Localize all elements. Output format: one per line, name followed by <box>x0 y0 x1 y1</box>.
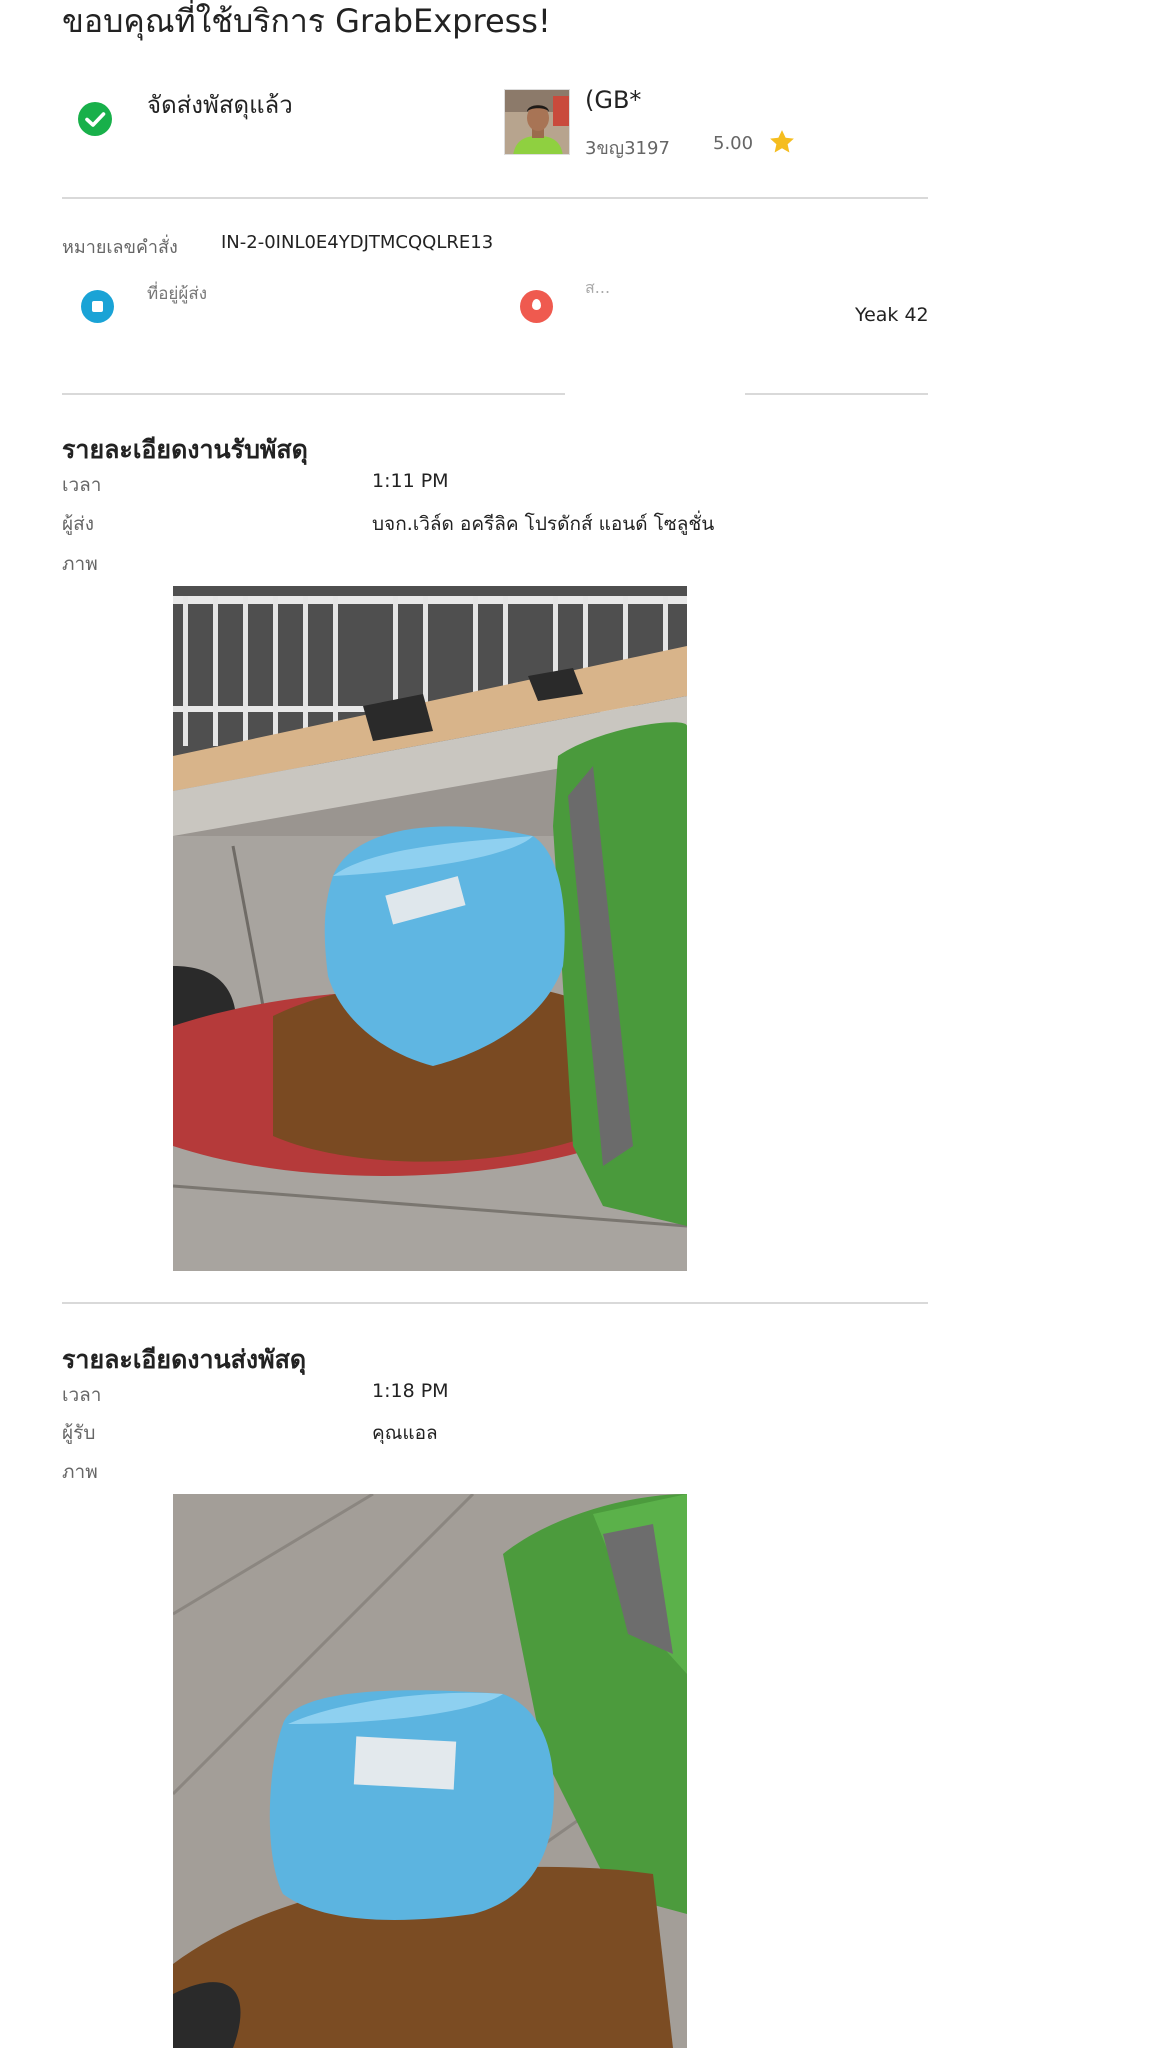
pickup-address-label: ที่อยู่ผู้ส่ง <box>147 284 208 304</box>
divider <box>62 393 928 395</box>
dropoff-address-label: ส... <box>585 278 611 297</box>
recipient-label: ผู้รับ <box>62 1422 96 1444</box>
driver-avatar <box>504 89 570 155</box>
delivery-time-label: เวลา <box>62 1384 102 1406</box>
check-circle-icon <box>78 102 112 136</box>
dropoff-address: Yeak 42 <box>855 304 929 326</box>
divider <box>62 197 928 199</box>
star-icon <box>767 127 797 157</box>
delivery-status: จัดส่งพัสดุแล้ว <box>147 91 293 119</box>
driver-name: (GB* <box>585 86 642 114</box>
delivery-details-title: รายละเอียดงานส่งพัสดุ <box>62 1345 307 1374</box>
pickup-pin-icon <box>81 290 114 323</box>
page-title: ขอบคุณที่ใช้บริการ GrabExpress! <box>62 2 551 40</box>
delivery-photo-label: ภาพ <box>62 1461 98 1483</box>
order-number: IN-2-0INL0E4YDJTMCQQLRE13 <box>221 232 494 253</box>
delivery-time: 1:18 PM <box>372 1380 449 1402</box>
order-number-label: หมายเลขคำสั่ง <box>62 237 178 258</box>
delivery-photo <box>173 1494 687 2048</box>
vehicle-plate: 3ขญ3197 <box>585 138 670 159</box>
redacted-area <box>565 385 745 401</box>
dropoff-pin-icon <box>520 290 553 323</box>
pickup-time: 1:11 PM <box>372 470 449 492</box>
sender-name: บจก.เวิล์ด อครีลิค โปรดักส์ แอนด์ โซลูชั… <box>372 513 715 535</box>
pickup-photo <box>173 586 687 1271</box>
divider <box>62 1302 928 1304</box>
recipient-name: คุณแอล <box>372 1422 438 1444</box>
sender-label: ผู้ส่ง <box>62 513 95 535</box>
pickup-time-label: เวลา <box>62 474 102 496</box>
driver-rating: 5.00 <box>713 133 754 154</box>
pickup-details-title: รายละเอียดงานรับพัสดุ <box>62 435 308 464</box>
pickup-photo-label: ภาพ <box>62 553 98 575</box>
